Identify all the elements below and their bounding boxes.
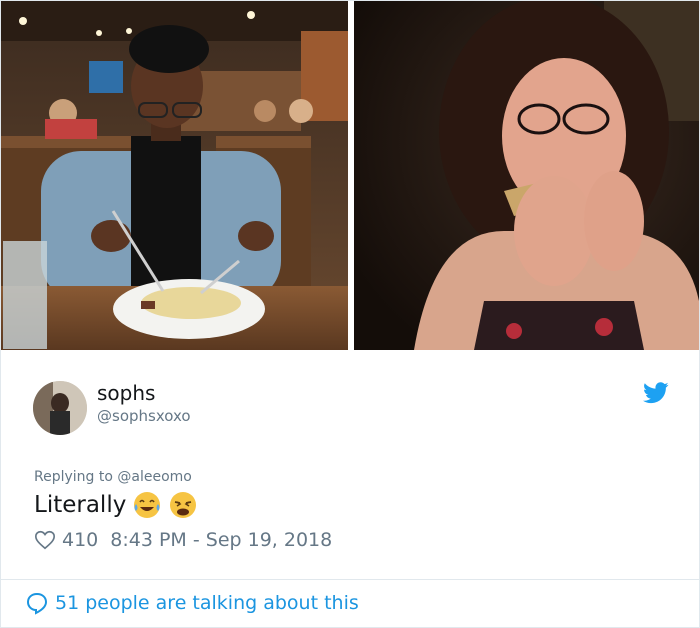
twitter-bird-icon[interactable] <box>643 382 669 404</box>
photo-man-eating[interactable] <box>1 1 348 350</box>
face-with-tears-of-joy-icon <box>134 492 161 518</box>
weary-face-icon <box>170 492 197 518</box>
avatar[interactable] <box>33 381 87 435</box>
replying-to-user[interactable]: @aleeomo <box>117 469 191 485</box>
replying-to-prefix: Replying to <box>34 469 118 485</box>
tweet-text: Literally <box>34 490 198 520</box>
speech-bubble-icon <box>26 592 48 615</box>
tweet-media <box>1 1 699 350</box>
user-handle[interactable]: @sophsxoxo <box>97 407 191 425</box>
heart-outline-icon[interactable] <box>34 529 56 551</box>
tweet-text-content: Literally <box>34 492 127 518</box>
divider <box>1 579 699 580</box>
photo-woman-eating[interactable] <box>354 1 699 350</box>
timestamp[interactable]: 8:43 PM - Sep 19, 2018 <box>110 529 332 551</box>
replying-to: Replying to @aleeomo <box>34 469 192 485</box>
conversation-link[interactable]: 51 people are talking about this <box>25 591 359 615</box>
tweet-card[interactable]: sophs @sophsxoxo Replying to @aleeomo Li… <box>0 0 700 628</box>
conversation-text[interactable]: 51 people are talking about this <box>55 592 359 614</box>
display-name[interactable]: sophs <box>97 381 155 405</box>
tweet-meta: 410 8:43 PM - Sep 19, 2018 <box>34 529 332 551</box>
like-count[interactable]: 410 <box>62 529 98 551</box>
